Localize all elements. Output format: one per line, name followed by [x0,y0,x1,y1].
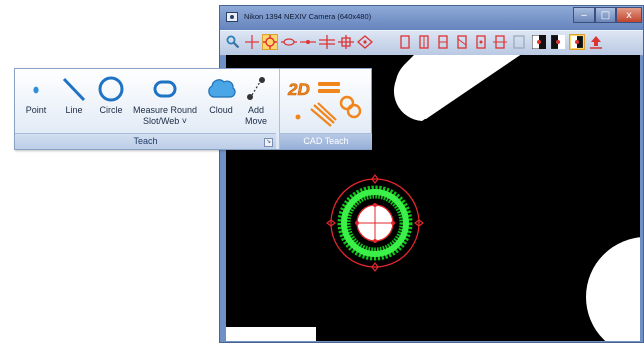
line-edge-tool-icon[interactable] [300,34,316,50]
round-feature-shape [586,237,640,341]
point-icon [21,73,51,105]
camera-app-icon [226,12,238,22]
block-feature-shape [226,327,316,341]
diamond-tool-icon[interactable] [357,34,373,50]
add-move-button[interactable]: Add Move [241,73,271,127]
camera-toolbar [220,30,643,56]
cloud-button[interactable]: Cloud [203,73,239,116]
black-white-tool-icon-1[interactable] [531,34,547,50]
maximize-button[interactable]: □ [595,7,616,23]
cad-teach-group: 2D CAD Teach [279,69,372,149]
frame-tool-icon-4[interactable] [454,34,470,50]
cad-teach-button[interactable]: 2D [284,73,368,131]
measured-circle-overlay [326,174,424,272]
close-button[interactable]: x [616,7,642,23]
circle-button[interactable]: Circle [95,73,127,116]
circle-icon [95,73,127,105]
black-white-tool-icon-3[interactable] [569,34,585,50]
frame-tool-icon-1[interactable] [397,34,413,50]
line-icon [59,73,89,105]
dialog-launcher-icon[interactable]: ↘ [264,138,273,147]
frame-tool-icon-6[interactable] [492,34,508,50]
cross-edge-tool-icon[interactable] [338,34,354,50]
disabled-tool-icon [511,34,527,50]
teach-group-title: Teach [15,133,276,149]
teach-ribbon-panel: Point Line Circle Measure Round Slot/Web… [14,68,372,150]
frame-tool-icon-3[interactable] [435,34,451,50]
camera-window: Nikon 1394 NEXIV Camera (640x480) ‒ □ x [219,5,644,343]
point-button[interactable]: Point [21,73,51,116]
cloud-icon [203,73,239,105]
svg-text:2D: 2D [287,80,310,99]
camera-titlebar[interactable]: Nikon 1394 NEXIV Camera (640x480) ‒ □ x [220,6,643,30]
cad-teach-group-title: CAD Teach [280,133,372,149]
cad-teach-icon: 2D [287,80,362,127]
black-white-tool-icon-2[interactable] [550,34,566,50]
crosshair-tool-icon[interactable] [244,34,260,50]
round-slot-icon [129,73,201,105]
teach-group: Point Line Circle Measure Round Slot/Web… [15,69,276,149]
edge-tool-icon[interactable] [281,34,297,50]
target-tool-icon[interactable] [262,34,278,50]
add-move-icon [241,73,271,105]
magnify-tool-icon[interactable] [225,34,241,50]
frame-tool-icon-5[interactable] [473,34,489,50]
frame-tool-icon-2[interactable] [416,34,432,50]
camera-window-title: Nikon 1394 NEXIV Camera (640x480) [244,12,372,21]
measure-round-slot-button[interactable]: Measure Round Slot/Web ˅ [129,73,201,127]
minimize-button[interactable]: ‒ [573,7,595,23]
double-line-tool-icon[interactable] [319,34,335,50]
line-button[interactable]: Line [59,73,89,116]
arrow-up-tool-icon[interactable] [588,34,604,50]
